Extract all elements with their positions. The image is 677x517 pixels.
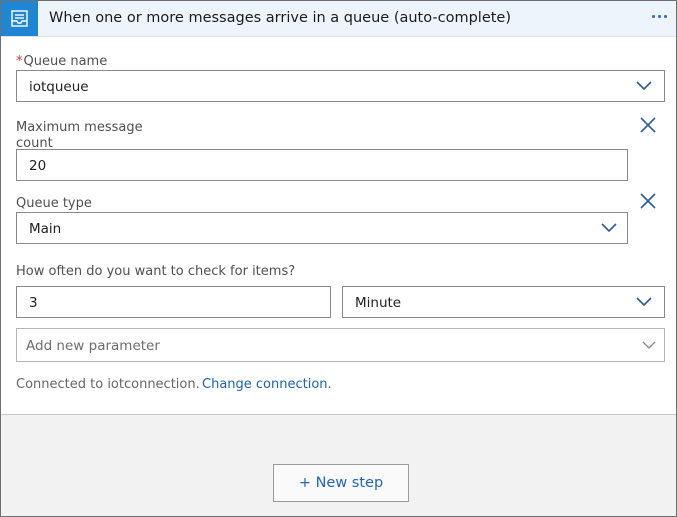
trigger-card: When one or more messages arrive in a qu… — [1, 1, 676, 415]
required-mark: * — [16, 54, 23, 69]
frequency-label: How often do you want to check for items… — [16, 264, 296, 279]
interval-value: 3 — [29, 295, 38, 311]
add-parameter-dropdown[interactable]: Add new parameter — [16, 328, 665, 362]
queue-type-dropdown[interactable]: Main — [16, 212, 628, 244]
chevron-down-icon — [636, 297, 652, 307]
card-title: When one or more messages arrive in a qu… — [49, 10, 512, 26]
chevron-down-icon — [642, 341, 656, 349]
queue-name-label-text: Queue name — [23, 54, 108, 69]
max-count-label-line1: Maximum message — [16, 120, 143, 135]
designer-canvas: When one or more messages arrive in a qu… — [0, 0, 677, 517]
chevron-down-icon — [636, 81, 652, 91]
remove-queue-type-button[interactable] — [639, 192, 657, 210]
card-header[interactable]: When one or more messages arrive in a qu… — [1, 1, 676, 37]
queue-type-label: Queue type — [16, 196, 92, 211]
close-icon — [640, 193, 656, 209]
queue-icon — [1, 1, 38, 36]
queue-name-value: iotqueue — [29, 79, 89, 95]
frequency-unit-dropdown[interactable]: Minute — [342, 286, 665, 318]
queue-type-value: Main — [29, 221, 62, 237]
close-icon — [640, 117, 656, 133]
change-connection-link[interactable]: Change connection. — [202, 377, 332, 392]
max-count-label: Maximum message count — [16, 120, 143, 151]
queue-name-label: *Queue name — [16, 54, 107, 69]
chevron-down-icon — [601, 223, 617, 233]
queue-name-dropdown[interactable]: iotqueue — [16, 70, 665, 102]
interval-input[interactable]: 3 — [16, 286, 331, 318]
remove-max-count-button[interactable] — [639, 116, 657, 134]
new-step-button[interactable]: + New step — [273, 464, 409, 502]
max-count-value: 20 — [29, 158, 47, 174]
max-count-input[interactable]: 20 — [16, 149, 628, 181]
ellipsis-icon[interactable] — [650, 8, 670, 24]
connection-status: Connected to iotconnection. — [16, 377, 200, 392]
add-parameter-placeholder: Add new parameter — [26, 338, 160, 354]
frequency-unit-value: Minute — [355, 295, 402, 311]
